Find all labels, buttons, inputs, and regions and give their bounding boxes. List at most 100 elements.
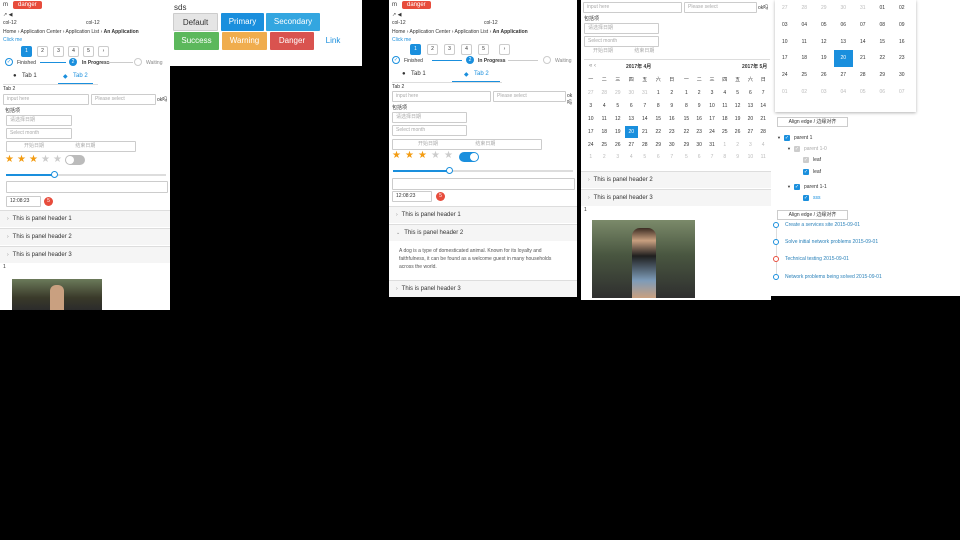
calendar-day[interactable]: 22 — [873, 50, 893, 67]
page-3[interactable]: 3 — [53, 46, 64, 57]
page-1[interactable]: 1 — [21, 46, 32, 57]
link-button[interactable]: Link — [318, 32, 348, 50]
secondary-button[interactable]: Secondary — [266, 13, 320, 31]
calendar-day[interactable]: 4 — [625, 151, 639, 164]
star-icon[interactable]: ★ — [392, 151, 401, 161]
calendar-day[interactable]: 9 — [731, 151, 744, 164]
month-picker[interactable]: Select month — [6, 128, 72, 139]
calendar-day[interactable]: 6 — [652, 151, 666, 164]
calendar-day[interactable]: 29 — [652, 139, 666, 152]
calendar-day[interactable]: 25 — [795, 67, 815, 84]
calendar-day[interactable]: 27 — [744, 126, 757, 139]
panel-header-3[interactable]: › This is panel header 3 — [0, 246, 170, 263]
calendar-day[interactable]: 19 — [814, 50, 834, 67]
calendar-day[interactable]: 01 — [873, 0, 893, 17]
slider-handle[interactable] — [51, 171, 58, 178]
calendar-day[interactable]: 4 — [718, 87, 731, 100]
calendar-day[interactable]: 24 — [775, 67, 795, 84]
tree-node-label[interactable]: leaf — [813, 169, 821, 175]
calendar-day[interactable]: 15 — [652, 113, 666, 126]
calendar-day[interactable]: 3 — [744, 139, 757, 152]
tree-node-label[interactable]: leaf — [813, 157, 821, 163]
calendar-day[interactable]: 30 — [665, 139, 679, 152]
calendar-day[interactable]: 11 — [718, 100, 731, 113]
calendar-day[interactable]: 07 — [853, 17, 873, 34]
calendar-day[interactable]: 19 — [731, 113, 744, 126]
calendar-day[interactable]: 07 — [892, 84, 912, 101]
calendar-day[interactable]: 06 — [834, 17, 854, 34]
calendar-day[interactable]: 28 — [638, 139, 652, 152]
calendar-day[interactable]: 21 — [853, 50, 873, 67]
text-input[interactable]: input here — [392, 91, 491, 102]
tab-2[interactable]: Tab 2 — [474, 71, 489, 77]
calendar-day[interactable]: 01 — [775, 84, 795, 101]
tab-1[interactable]: Tab 1 — [411, 71, 426, 77]
star-icon[interactable]: ★ — [405, 151, 414, 161]
calendar-day[interactable]: 6 — [625, 100, 639, 113]
calendar-day[interactable]: 20 — [744, 113, 757, 126]
calendar-day[interactable]: 2 — [693, 87, 706, 100]
date-picker[interactable]: 请选择日期 — [584, 23, 659, 34]
calendar-day[interactable]: 7 — [706, 151, 719, 164]
calendar-day[interactable]: 26 — [814, 67, 834, 84]
caret-down-icon[interactable]: ▼ — [787, 184, 791, 189]
calendar-day[interactable]: 24 — [706, 126, 719, 139]
star-icon[interactable]: ★ — [41, 155, 50, 165]
calendar-day[interactable]: 09 — [892, 17, 912, 34]
switch-toggle[interactable] — [65, 155, 85, 165]
calendar-day[interactable]: 14 — [638, 113, 652, 126]
textarea[interactable] — [392, 178, 575, 190]
calendar-day[interactable]: 13 — [744, 100, 757, 113]
breadcrumb-item[interactable]: Application Center — [410, 29, 451, 35]
caret-down-icon[interactable]: ▼ — [787, 146, 791, 151]
tree-checkbox[interactable]: ✓ — [803, 169, 809, 175]
page-2[interactable]: 2 — [37, 46, 48, 57]
calendar-day[interactable]: 6 — [744, 87, 757, 100]
panel-header-1[interactable]: › This is panel header 1 — [389, 206, 577, 223]
align-edge-button[interactable]: Align edge / 边缘对齐 — [777, 210, 848, 220]
calendar-day[interactable]: 24 — [584, 139, 598, 152]
calendar-day[interactable]: 02 — [892, 0, 912, 17]
calendar-day[interactable]: 14 — [757, 100, 770, 113]
calendar-day[interactable]: 05 — [814, 17, 834, 34]
calendar-day[interactable]: 10 — [744, 151, 757, 164]
calendar-day[interactable]: 30 — [892, 67, 912, 84]
click-me-dropdown[interactable]: Click me — [3, 37, 22, 43]
calendar-day[interactable]: 13 — [625, 113, 639, 126]
tree-checkbox[interactable]: ✓ — [784, 135, 790, 141]
calendar-day[interactable]: 12 — [731, 100, 744, 113]
calendar-day[interactable]: 3 — [706, 87, 719, 100]
slider[interactable] — [6, 171, 166, 178]
calendar-day[interactable]: 2 — [598, 151, 612, 164]
slider-handle[interactable] — [446, 167, 453, 174]
calendar-day[interactable]: 06 — [873, 84, 893, 101]
calendar-day[interactable]: 11 — [598, 113, 612, 126]
switch-toggle[interactable] — [459, 152, 479, 162]
scroll-bar[interactable] — [954, 185, 960, 295]
half-star-icon[interactable]: ★ — [29, 155, 38, 165]
calendar-day[interactable]: 7 — [665, 151, 679, 164]
calendar-day[interactable]: 3 — [611, 151, 625, 164]
calendar-day[interactable]: 11 — [795, 34, 815, 51]
calendar-day[interactable]: 12 — [814, 34, 834, 51]
range-picker[interactable]: 开始日期 结束日期 — [392, 139, 542, 150]
panel-header-3[interactable]: › This is panel header 3 — [389, 280, 577, 297]
number-input[interactable]: 12:08:23 — [392, 191, 432, 202]
calendar-day[interactable]: 26 — [611, 139, 625, 152]
panel-header-3[interactable]: › This is panel header 3 — [581, 189, 771, 206]
calendar-day[interactable]: 04 — [834, 84, 854, 101]
panel-header-1[interactable]: › This is panel header 1 — [0, 210, 170, 227]
range-picker[interactable]: 开始日期 结束日期 — [6, 141, 136, 152]
tree-node-label[interactable]: parent 1 — [794, 135, 812, 141]
calendar-day[interactable]: 05 — [853, 84, 873, 101]
calendar-day[interactable]: 19 — [611, 126, 625, 139]
calendar-day[interactable]: 18 — [795, 50, 815, 67]
calendar-day[interactable]: 30 — [625, 87, 639, 100]
tree-checkbox[interactable]: ✓ — [794, 184, 800, 190]
tree-checkbox[interactable]: ✓ — [803, 195, 809, 201]
star-icon[interactable]: ★ — [444, 151, 453, 161]
date-picker[interactable]: 请选择日期 — [6, 115, 72, 126]
calendar-day[interactable]: 8 — [680, 100, 693, 113]
page-3[interactable]: 3 — [444, 44, 455, 55]
calendar-day[interactable]: 30 — [834, 0, 854, 17]
